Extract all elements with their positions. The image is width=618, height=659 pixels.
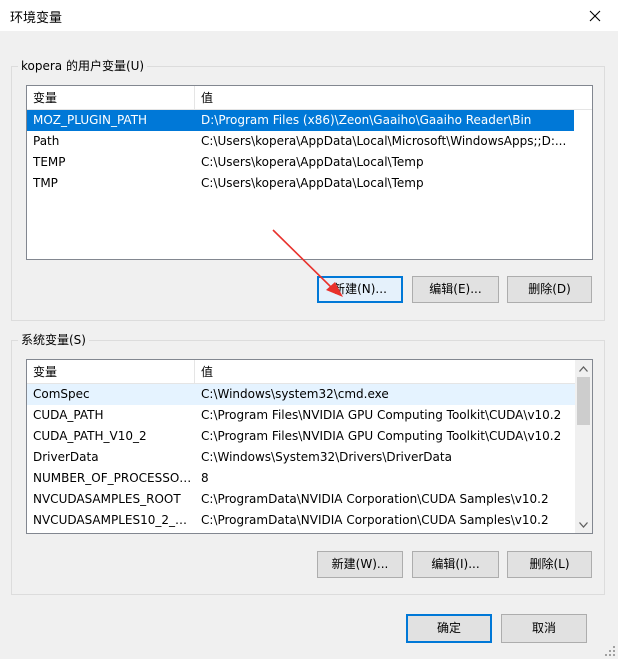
system-delete-button[interactable]: 删除(L) [507, 551, 592, 578]
ok-button[interactable]: 确定 [406, 614, 492, 643]
user-new-button[interactable]: 新建(N)... [317, 276, 403, 303]
system-new-button[interactable]: 新建(W)... [317, 551, 403, 578]
variable-name: TEMP [33, 155, 66, 169]
chevron-up-icon [579, 365, 588, 372]
system-variables-title: 系统变量(S) [18, 333, 89, 347]
scroll-thumb[interactable] [577, 377, 590, 425]
user-delete-button[interactable]: 删除(D) [507, 276, 592, 303]
system-list-scrollbar[interactable] [575, 360, 592, 533]
table-row[interactable]: ComSpec C:\Windows\system32\cmd.exe [27, 384, 576, 405]
variable-name: CUDA_PATH [33, 408, 104, 422]
scroll-down-button[interactable] [575, 516, 592, 533]
variable-value: C:\ProgramData\NVIDIA Corporation\CUDA S… [201, 492, 549, 506]
variable-value: C:\Program Files\NVIDIA GPU Computing To… [201, 429, 562, 443]
variable-name: Path [33, 134, 60, 148]
variable-name: TMP [33, 176, 58, 190]
system-edit-button[interactable]: 编辑(I)... [412, 551, 499, 578]
variable-name: ComSpec [33, 387, 90, 401]
variable-value: 8 [201, 471, 209, 485]
table-row[interactable]: Path C:\Users\kopera\AppData\Local\Micro… [27, 131, 574, 152]
variable-name: NVCUDASAMPLES_ROOT [33, 492, 181, 506]
variable-value: C:\Windows\System32\Drivers\DriverData [201, 450, 452, 464]
variable-name: MOZ_PLUGIN_PATH [33, 113, 148, 127]
table-row[interactable]: CUDA_PATH_V10_2 C:\Program Files\NVIDIA … [27, 426, 576, 447]
window-title: 环境变量 [10, 11, 63, 26]
table-row[interactable]: TMP C:\Users\kopera\AppData\Local\Temp [27, 173, 574, 194]
variable-value: C:\Users\kopera\AppData\Local\Microsoft\… [201, 134, 567, 148]
variable-name: CUDA_PATH_V10_2 [33, 429, 147, 443]
table-row[interactable]: MOZ_PLUGIN_PATH D:\Program Files (x86)\Z… [27, 110, 574, 131]
variable-value: C:\Program Files\NVIDIA GPU Computing To… [201, 408, 562, 422]
table-row[interactable]: TEMP C:\Users\kopera\AppData\Local\Temp [27, 152, 574, 173]
system-variables-list[interactable]: 变量 值 ComSpec C:\Windows\system32\cmd.exe… [26, 359, 593, 534]
resize-grip-icon[interactable] [604, 645, 616, 657]
variable-value: C:\ProgramData\NVIDIA Corporation\CUDA S… [201, 513, 549, 527]
close-icon [589, 10, 601, 21]
close-button[interactable] [572, 0, 618, 31]
table-row[interactable]: NUMBER_OF_PROCESSORS 8 [27, 468, 576, 489]
variable-value: C:\Windows\system32\cmd.exe [201, 387, 389, 401]
variable-name: NVCUDASAMPLES10_2_R... [33, 513, 193, 527]
title-bar: 环境变量 [0, 0, 618, 31]
cancel-button[interactable]: 取消 [501, 614, 587, 643]
user-edit-button[interactable]: 编辑(E)... [412, 276, 499, 303]
table-row[interactable]: DriverData C:\Windows\System32\Drivers\D… [27, 447, 576, 468]
variable-name: NUMBER_OF_PROCESSORS [33, 471, 193, 485]
scroll-up-button[interactable] [575, 360, 592, 377]
system-list-header: 变量 值 [27, 360, 576, 384]
table-row[interactable]: NVCUDASAMPLES10_2_R... C:\ProgramData\NV… [27, 510, 576, 531]
column-header-value[interactable]: 值 [195, 86, 592, 110]
table-row[interactable]: NVCUDASAMPLES_ROOT C:\ProgramData\NVIDIA… [27, 489, 576, 510]
column-header-name[interactable]: 变量 [27, 86, 195, 110]
column-header-value[interactable]: 值 [195, 360, 576, 384]
variable-value: D:\Program Files (x86)\Zeon\Gaaiho\Gaaih… [201, 113, 532, 127]
column-header-name[interactable]: 变量 [27, 360, 195, 384]
variable-value: C:\Users\kopera\AppData\Local\Temp [201, 155, 424, 169]
user-variables-title: kopera 的用户变量(U) [18, 59, 148, 73]
variable-name: DriverData [33, 450, 99, 464]
variable-value: C:\Users\kopera\AppData\Local\Temp [201, 176, 424, 190]
user-variables-list[interactable]: 变量 值 MOZ_PLUGIN_PATH D:\Program Files (x… [26, 85, 593, 260]
user-list-header: 变量 值 [27, 86, 592, 110]
chevron-down-icon [579, 521, 588, 528]
table-row[interactable]: CUDA_PATH C:\Program Files\NVIDIA GPU Co… [27, 405, 576, 426]
